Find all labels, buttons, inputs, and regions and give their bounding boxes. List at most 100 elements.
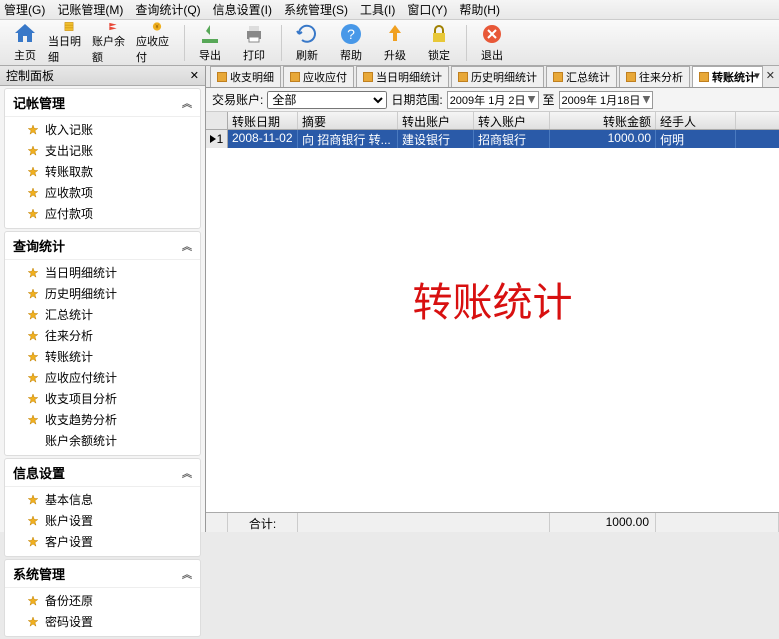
upgrade-icon: [383, 22, 407, 46]
menu-item[interactable]: 查询统计(Q): [135, 1, 200, 18]
sidebar-item-label: 收支趋势分析: [45, 411, 117, 428]
tab-label: 当日明细统计: [376, 69, 442, 85]
print-button[interactable]: 打印: [233, 21, 275, 65]
sidebar-item[interactable]: 账户设置: [5, 510, 200, 531]
sidebar-item-label: 支出记账: [45, 142, 93, 159]
chevron-up-icon: ︽: [182, 238, 192, 253]
menu-item[interactable]: 帮助(H): [459, 1, 500, 18]
sidebar-item[interactable]: 客户设置: [5, 531, 200, 552]
menu-item[interactable]: 窗口(Y): [407, 1, 447, 18]
account-select[interactable]: 全部: [267, 91, 387, 109]
content-area: 收支明细 应收应付 当日明细统计历史明细统计 汇总统计往来分析转账统计 ▾ ✕ 交易账…: [206, 66, 779, 532]
tab[interactable]: 收支明细: [210, 66, 281, 87]
help-icon: ?: [339, 22, 363, 46]
sidebar-item-label: 账户余额统计: [45, 432, 117, 449]
tab-label: 收支明细: [230, 69, 274, 85]
tab-dropdown-icon[interactable]: ▾: [754, 69, 760, 82]
home-button[interactable]: 主页: [4, 21, 46, 65]
date-from[interactable]: 2009年 1月 2日: [447, 91, 539, 109]
toolbar: 主页 当日明细 账户余额 ¥应收应付 导出 打印 刷新 ?帮助 升级 锁定 退出: [0, 20, 779, 66]
side-panel-title: 控制面板 ✕: [0, 66, 205, 86]
help-button[interactable]: ?帮助: [330, 21, 372, 65]
group-head[interactable]: 记帐管理︽: [5, 89, 200, 117]
balance-button[interactable]: 账户余额: [92, 21, 134, 65]
sidebar-item[interactable]: 历史明细统计: [5, 283, 200, 304]
menu-item[interactable]: 管理(G): [4, 1, 45, 18]
refresh-button[interactable]: 刷新: [286, 21, 328, 65]
export-button[interactable]: 导出: [189, 21, 231, 65]
sidebar-item-label: 当日明细统计: [45, 264, 117, 281]
detail-button[interactable]: 当日明细: [48, 21, 90, 65]
group-1: 查询统计︽ 当日明细统计历史明细统计汇总统计往来分析转账统计应收应付统计收支项目分…: [4, 231, 201, 456]
tab[interactable]: 当日明细统计: [356, 66, 449, 87]
col-op[interactable]: 经手人: [656, 112, 736, 129]
group-head[interactable]: 查询统计︽: [5, 232, 200, 260]
upgrade-button[interactable]: 升级: [374, 21, 416, 65]
sidebar-item-label: 应收款项: [45, 184, 93, 201]
sidebar-item[interactable]: 支出记账: [5, 140, 200, 161]
sidebar-item[interactable]: 往来分析: [5, 325, 200, 346]
tab-controls: ▾ ✕: [754, 69, 775, 82]
sidebar-item-label: 收支项目分析: [45, 390, 117, 407]
tab[interactable]: 转账统计: [692, 66, 763, 87]
sidebar-item[interactable]: 转账统计: [5, 346, 200, 367]
tab[interactable]: 汇总统计: [546, 66, 617, 87]
sidebar-item[interactable]: 收支趋势分析: [5, 409, 200, 430]
sidebar-item-label: 转账取款: [45, 163, 93, 180]
side-panel: 控制面板 ✕ 记帐管理︽收入记账支出记账转账取款应收款项应付款项查询统计︽ 当日明…: [0, 66, 206, 532]
tab-label: 应收应付: [303, 69, 347, 85]
menu-item[interactable]: 工具(I): [360, 1, 395, 18]
tab-icon: [290, 72, 300, 82]
sidebar-item[interactable]: 备份还原: [5, 590, 200, 611]
sidebar-item[interactable]: 汇总统计: [5, 304, 200, 325]
lock-icon: [427, 22, 451, 46]
menu-item[interactable]: 系统管理(S): [284, 1, 348, 18]
balance-icon: [101, 21, 125, 32]
sidebar-item[interactable]: 转账取款: [5, 161, 200, 182]
tab-label: 汇总统计: [566, 69, 610, 85]
arap-button[interactable]: ¥应收应付: [136, 21, 178, 65]
tab[interactable]: 历史明细统计: [451, 66, 544, 87]
separator: [184, 25, 185, 61]
chevron-down-icon: [528, 96, 536, 104]
col-date[interactable]: 转账日期: [228, 112, 298, 129]
grid-header: 转账日期 摘要 转出账户 转入账户 转账金额 经手人: [206, 112, 779, 130]
tab[interactable]: 往来分析: [619, 66, 690, 87]
lock-button[interactable]: 锁定: [418, 21, 460, 65]
row-indicator: 1: [206, 130, 228, 148]
col-in[interactable]: 转入账户: [474, 112, 550, 129]
tab-close-icon[interactable]: ✕: [766, 69, 775, 82]
separator: [466, 25, 467, 61]
close-icon[interactable]: ✕: [190, 69, 199, 82]
sidebar-item[interactable]: 密码设置: [5, 611, 200, 632]
group-head[interactable]: 系统管理︽: [5, 560, 200, 588]
sidebar-item-label: 账户设置: [45, 512, 93, 529]
date-to[interactable]: 2009年 1月18日: [559, 91, 654, 109]
svg-text:?: ?: [347, 26, 355, 42]
sidebar-item[interactable]: 收支项目分析: [5, 388, 200, 409]
sidebar-item[interactable]: 收入记账: [5, 119, 200, 140]
exit-button[interactable]: 退出: [471, 21, 513, 65]
chevron-down-icon: [642, 96, 650, 104]
sidebar-item[interactable]: 应付款项: [5, 203, 200, 224]
account-label: 交易账户:: [212, 91, 263, 108]
tab-icon: [553, 72, 563, 82]
col-out[interactable]: 转出账户: [398, 112, 474, 129]
sidebar-item[interactable]: 应收应付统计: [5, 367, 200, 388]
home-icon: [13, 22, 37, 46]
col-amt[interactable]: 转账金额: [550, 112, 656, 129]
tab[interactable]: 应收应付: [283, 66, 354, 87]
menu-item[interactable]: 记账管理(M): [57, 1, 123, 18]
sidebar-item-label: 备份还原: [45, 592, 93, 609]
sidebar-item[interactable]: 账户余额统计: [5, 430, 200, 451]
separator: [281, 25, 282, 61]
table-row[interactable]: 1 2008-11-02 向 招商银行 转... 建设银行 招商银行 1000.…: [206, 130, 779, 148]
col-summary[interactable]: 摘要: [298, 112, 398, 129]
sidebar-item[interactable]: 应收款项: [5, 182, 200, 203]
sidebar-item[interactable]: 基本信息: [5, 489, 200, 510]
print-icon: [242, 22, 266, 46]
group-head[interactable]: 信息设置︽: [5, 459, 200, 487]
chevron-up-icon: ︽: [182, 465, 192, 480]
menu-item[interactable]: 信息设置(I): [213, 1, 272, 18]
sidebar-item[interactable]: 当日明细统计: [5, 262, 200, 283]
